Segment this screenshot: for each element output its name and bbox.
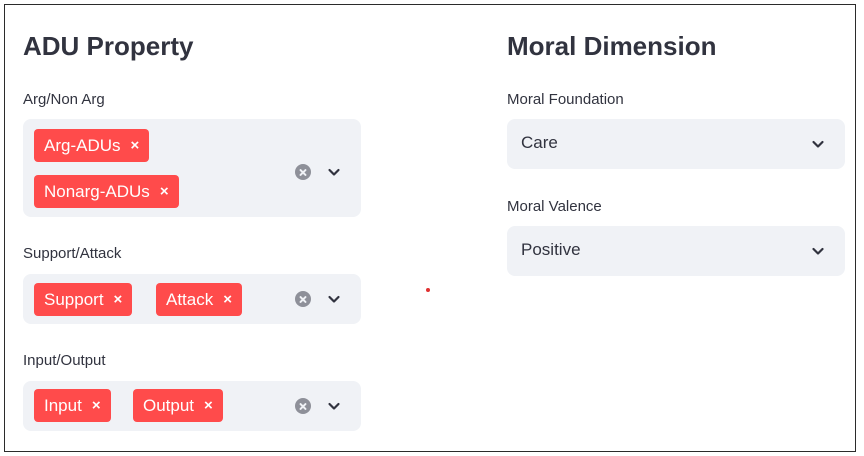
moral-foundation-label: Moral Foundation	[507, 91, 624, 108]
moral-foundation-select[interactable]: Care	[507, 119, 845, 169]
tag-label: Support	[44, 289, 104, 309]
tag-arg-adus: Arg-ADUs ×	[34, 129, 150, 162]
input-output-label: Input/Output	[23, 352, 106, 369]
arg-nonarg-multiselect[interactable]: Arg-ADUs × Nonarg-ADUs ×	[23, 119, 361, 217]
support-attack-multiselect[interactable]: Support × Attack ×	[23, 274, 361, 324]
input-output-multiselect[interactable]: Input × Output ×	[23, 381, 361, 431]
chevron-down-icon[interactable]	[326, 398, 342, 414]
tag-label: Arg-ADUs	[44, 135, 121, 155]
moral-valence-value: Positive	[521, 240, 581, 259]
tag-remove-icon[interactable]: ×	[204, 398, 213, 413]
tag-label: Nonarg-ADUs	[44, 181, 150, 201]
tag-remove-icon[interactable]: ×	[223, 292, 232, 307]
tag-output: Output ×	[133, 389, 223, 422]
arg-nonarg-label: Arg/Non Arg	[23, 91, 105, 108]
adu-property-heading: ADU Property	[23, 31, 194, 61]
app-frame: ADU Property Arg/Non Arg Arg-ADUs × Nona…	[4, 4, 856, 452]
moral-valence-select[interactable]: Positive	[507, 226, 845, 276]
chevron-down-icon[interactable]	[810, 243, 826, 259]
chevron-down-icon[interactable]	[810, 136, 826, 152]
chevron-down-icon[interactable]	[326, 291, 342, 307]
moral-valence-label: Moral Valence	[507, 198, 602, 215]
clear-all-icon[interactable]	[295, 291, 311, 307]
clear-all-icon[interactable]	[295, 398, 311, 414]
tag-remove-icon[interactable]: ×	[92, 398, 101, 413]
tag-remove-icon[interactable]: ×	[131, 138, 140, 153]
moral-dimension-heading: Moral Dimension	[507, 31, 717, 61]
tag-attack: Attack ×	[156, 283, 243, 316]
moral-foundation-value: Care	[521, 133, 558, 152]
tag-label: Output	[143, 395, 195, 415]
tag-label: Input	[44, 395, 82, 415]
tag-support: Support ×	[34, 283, 133, 316]
tag-remove-icon[interactable]: ×	[114, 292, 123, 307]
tag-nonarg-adus: Nonarg-ADUs ×	[34, 175, 179, 208]
chevron-down-icon[interactable]	[326, 164, 342, 180]
tag-input: Input ×	[34, 389, 111, 422]
tag-label: Attack	[166, 289, 214, 309]
support-attack-label: Support/Attack	[23, 245, 122, 262]
clear-all-icon[interactable]	[295, 164, 311, 180]
cursor-dot	[426, 288, 430, 292]
tag-remove-icon[interactable]: ×	[160, 184, 169, 199]
